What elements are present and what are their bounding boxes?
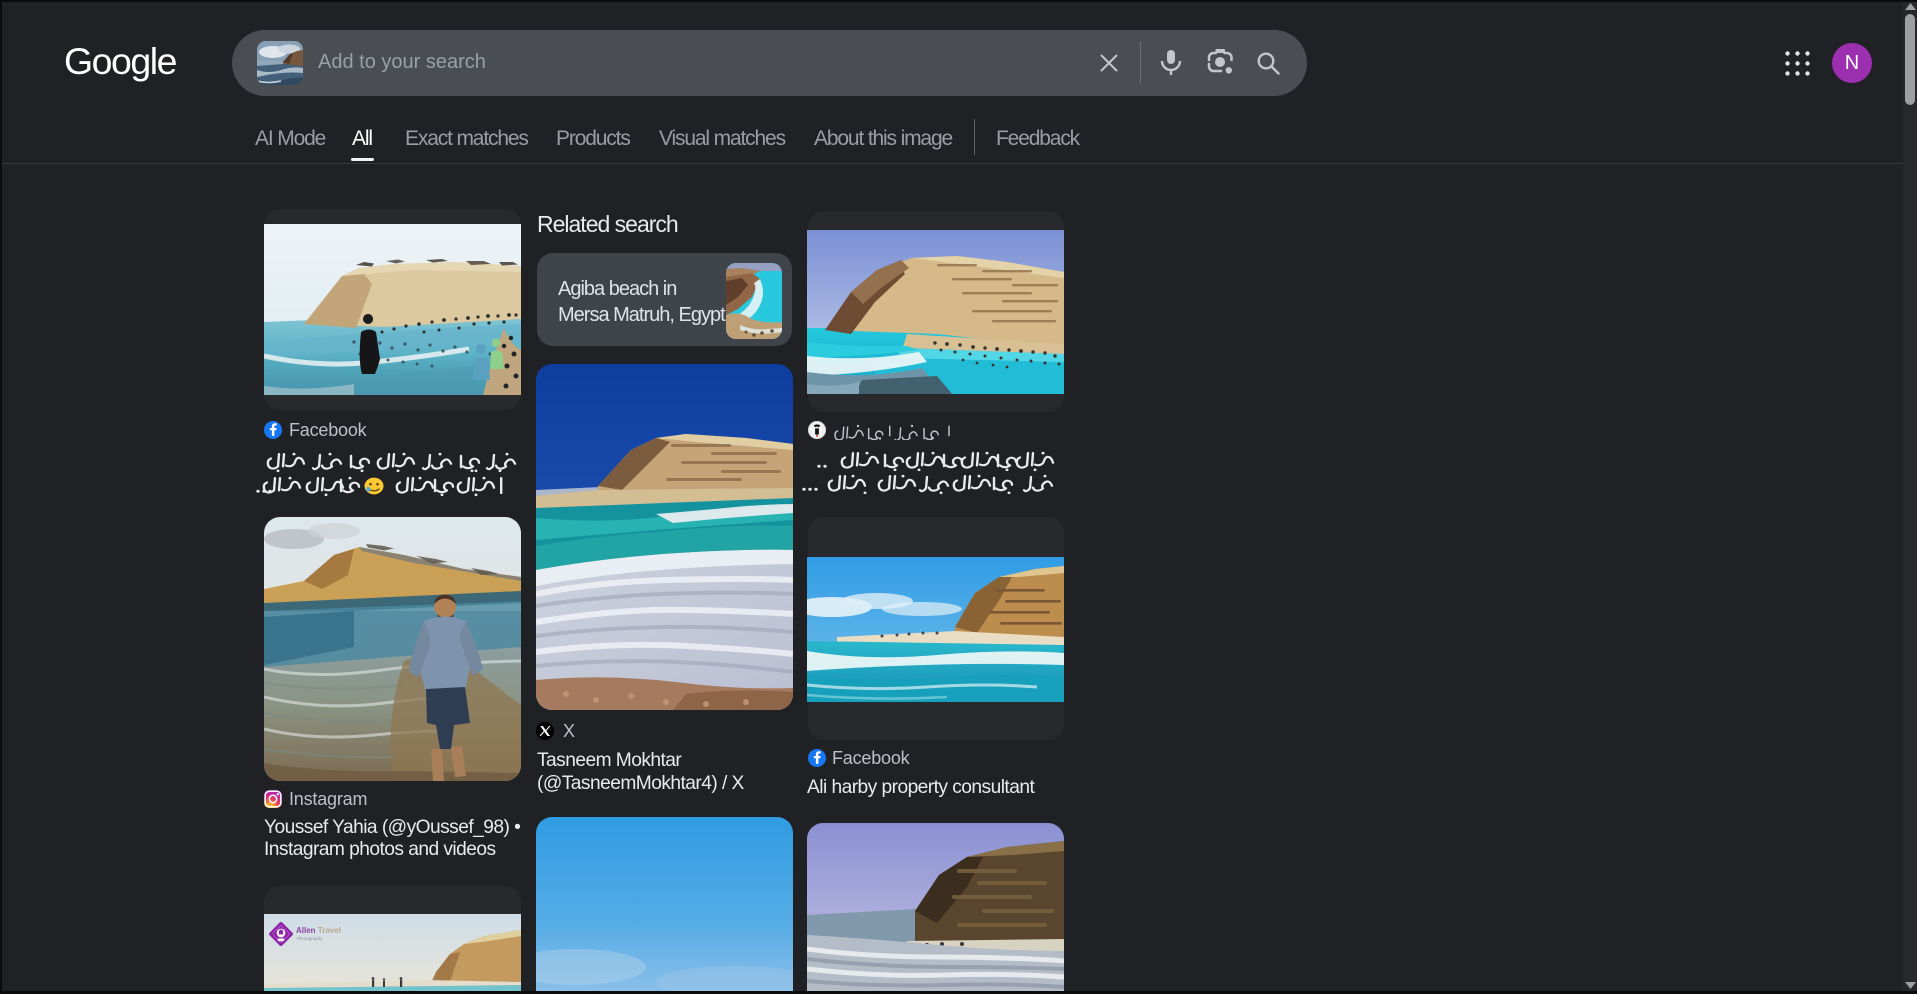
svg-text:Allen Travel: Allen Travel — [296, 926, 341, 935]
svg-text:Photography: Photography — [297, 936, 323, 941]
